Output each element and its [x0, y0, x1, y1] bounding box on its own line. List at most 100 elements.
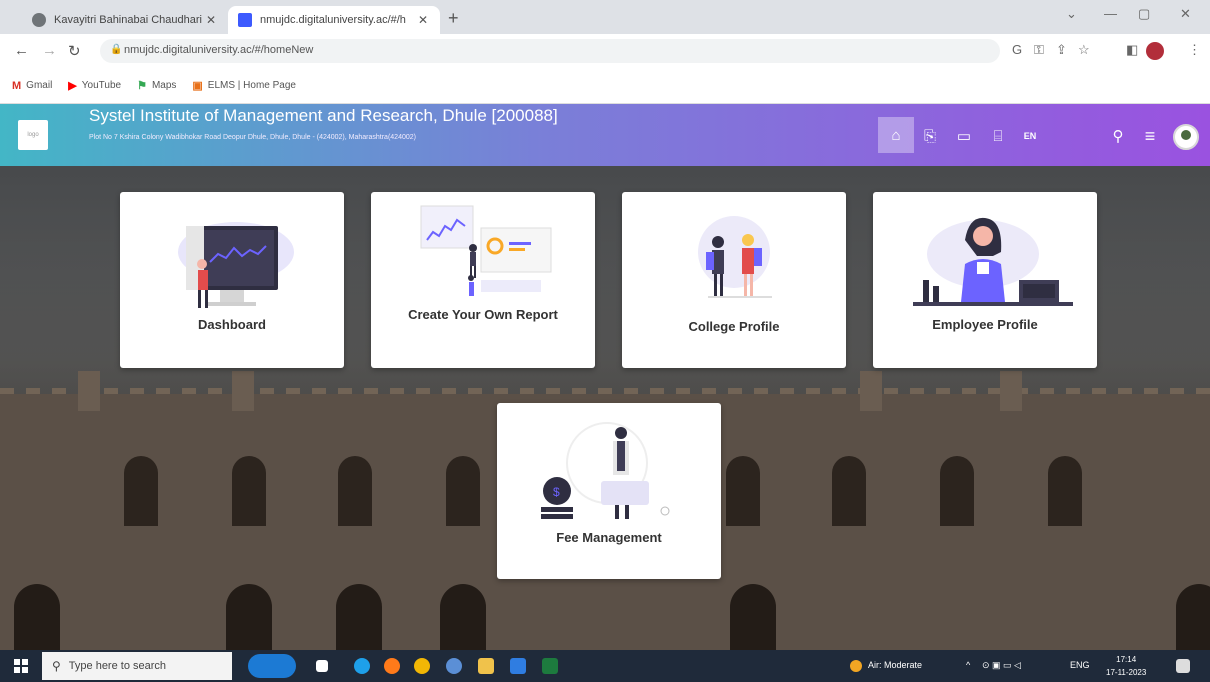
- bookmark-youtube[interactable]: ▶ YouTube: [68, 79, 121, 92]
- clock-date: 17-11-2023: [1106, 668, 1147, 677]
- windows-start-icon[interactable]: [14, 659, 28, 673]
- employee-profile-label: Employee Profile: [932, 317, 1038, 332]
- cortana-icon[interactable]: [248, 654, 296, 678]
- notification-icon[interactable]: [1176, 659, 1190, 673]
- building-window: [446, 456, 480, 526]
- globe-icon: [32, 13, 46, 27]
- chrome-icon[interactable]: [414, 658, 430, 674]
- create-report-card[interactable]: Create Your Own Report: [371, 192, 595, 368]
- edge-icon[interactable]: [354, 658, 370, 674]
- course-icon[interactable]: ⎘: [918, 124, 942, 148]
- employee-profile-illustration: [913, 217, 1073, 306]
- home-icon[interactable]: ⌂: [878, 117, 914, 153]
- google-icon[interactable]: G: [1012, 42, 1022, 57]
- minimize-icon[interactable]: —: [1104, 6, 1117, 21]
- taskbar-search-input[interactable]: ⚲ Type here to search: [42, 652, 232, 680]
- chrome-profile-avatar[interactable]: [1146, 42, 1164, 60]
- main-content: Dashboard Create Your Own Report College…: [0, 166, 1210, 650]
- institute-logo[interactable]: logo: [18, 120, 48, 150]
- college-profile-card[interactable]: College Profile: [622, 192, 846, 368]
- bookmarks-bar: M Gmail ▶ YouTube ⚑ Maps ▣ ELMS | Home P…: [0, 68, 1210, 104]
- sidepanel-icon[interactable]: ◧: [1126, 42, 1138, 58]
- menu-icon[interactable]: ≡: [1138, 124, 1162, 148]
- building-window: [832, 456, 866, 526]
- report-illustration: [420, 205, 552, 296]
- tab-search-icon[interactable]: ⌄: [1066, 6, 1077, 22]
- profile-avatar[interactable]: [1173, 124, 1199, 150]
- file-explorer-icon[interactable]: [478, 658, 494, 674]
- search-placeholder: Type here to search: [68, 660, 167, 672]
- fee-management-label: Fee Management: [556, 530, 662, 545]
- dashboard-card[interactable]: Dashboard: [120, 192, 344, 368]
- chrome-menu-icon[interactable]: ⋮: [1188, 42, 1201, 58]
- windows-taskbar: ⚲ Type here to search Air: Moderate ^ ⊙ …: [0, 650, 1210, 682]
- fee-management-card[interactable]: $ Fee Management: [497, 403, 721, 579]
- bookmark-label: YouTube: [81, 80, 122, 91]
- building-turret: [78, 371, 100, 411]
- building-window: [338, 456, 372, 526]
- building-turret: [232, 371, 254, 411]
- building-arch: [14, 584, 60, 650]
- lock-icon: 🔒: [110, 44, 123, 55]
- screen-icon[interactable]: ▭: [952, 124, 976, 148]
- tab-title: nmujdc.digitaluniversity.ac/#/h: [260, 14, 406, 26]
- star-icon[interactable]: ☆: [1078, 42, 1090, 58]
- elms-icon: ▣: [192, 80, 203, 92]
- share-icon[interactable]: ⇪: [1056, 42, 1067, 58]
- key-icon[interactable]: ⚿: [1034, 42, 1044, 58]
- search-icon: ⚲: [52, 659, 61, 673]
- bookmark-gmail[interactable]: M Gmail: [12, 80, 52, 92]
- tab-title: Kavayitri Bahinabai Chaudhari N: [54, 14, 204, 26]
- maximize-icon[interactable]: ▢: [1138, 6, 1150, 22]
- browser-tab-active[interactable]: nmujdc.digitaluniversity.ac/#/h ✕: [228, 6, 440, 34]
- language-indicator[interactable]: ENG: [1070, 660, 1090, 670]
- create-report-label: Create Your Own Report: [408, 307, 558, 322]
- store-icon[interactable]: [510, 658, 526, 674]
- excel-icon[interactable]: [542, 658, 558, 674]
- bookmark-label: Gmail: [26, 80, 53, 91]
- gmail-icon: M: [12, 79, 22, 92]
- institute-address: Plot No 7 Kshira Colony Wadibhokar Road …: [89, 134, 416, 141]
- task-view-icon[interactable]: [316, 660, 328, 672]
- building-arch: [440, 584, 486, 650]
- maps-icon: ⚑: [137, 80, 147, 92]
- back-icon[interactable]: ←: [14, 42, 29, 59]
- url-text: nmujdc.digitaluniversity.ac/#/homeNew: [124, 44, 314, 56]
- dashboard-label: Dashboard: [198, 317, 266, 332]
- search-icon[interactable]: ⚲: [1106, 124, 1130, 148]
- reload-icon[interactable]: ↻: [68, 42, 81, 60]
- institution-icon[interactable]: ⌸: [986, 124, 1010, 148]
- youtube-icon: ▶: [68, 80, 77, 92]
- tray-overflow-icon[interactable]: ^: [966, 660, 970, 670]
- building-arch: [336, 584, 382, 650]
- college-profile-label: College Profile: [688, 319, 780, 334]
- fee-management-illustration: $: [541, 422, 670, 519]
- app-icon[interactable]: [446, 658, 462, 674]
- weather-icon[interactable]: [850, 660, 862, 672]
- close-tab-icon[interactable]: ✕: [416, 13, 430, 27]
- bookmark-maps[interactable]: ⚑ Maps: [137, 79, 176, 92]
- bookmark-elms[interactable]: ▣ ELMS | Home Page: [192, 79, 296, 92]
- language-icon[interactable]: EN: [1018, 124, 1042, 148]
- browser-tab-bar: Kavayitri Bahinabai Chaudhari N ✕ nmujdc…: [0, 0, 1210, 34]
- building-arch: [1176, 584, 1210, 650]
- new-tab-icon[interactable]: +: [448, 8, 459, 29]
- building-turret: [1000, 371, 1022, 411]
- building-window: [1048, 456, 1082, 526]
- building-window: [232, 456, 266, 526]
- url-input[interactable]: 🔒 nmujdc.digitaluniversity.ac/#/homeNew: [100, 39, 1000, 63]
- weather-text: Air: Moderate: [868, 660, 923, 670]
- close-tab-icon[interactable]: ✕: [204, 13, 218, 27]
- site-favicon-icon: [238, 13, 252, 27]
- tray-icons[interactable]: ⊙ ▣ ▭ ◁: [982, 660, 1021, 671]
- forward-icon[interactable]: →: [42, 42, 57, 59]
- firefox-icon[interactable]: [384, 658, 400, 674]
- taskbar-clock[interactable]: 17:14 17-11-2023: [1106, 653, 1146, 679]
- college-profile-illustration: [698, 216, 772, 298]
- close-window-icon[interactable]: ✕: [1180, 6, 1191, 22]
- employee-profile-card[interactable]: Employee Profile: [873, 192, 1097, 368]
- app-header: logo Systel Institute of Management and …: [0, 104, 1210, 166]
- dashboard-illustration: [178, 222, 294, 308]
- browser-tab-inactive[interactable]: Kavayitri Bahinabai Chaudhari N ✕: [22, 6, 228, 34]
- building-arch: [226, 584, 272, 650]
